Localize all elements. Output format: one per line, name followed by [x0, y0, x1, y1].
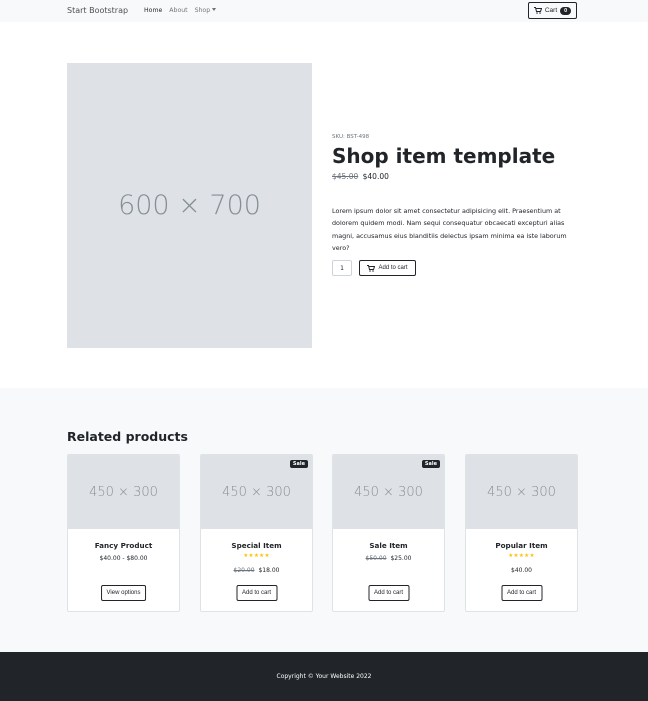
card-name: Special Item	[231, 541, 282, 550]
add-to-cart-button[interactable]: Add to cart	[367, 585, 410, 601]
chevron-down-icon	[212, 8, 217, 11]
footer: Copyright © Your Website 2022	[0, 652, 648, 701]
cart-label: Cart	[544, 7, 558, 14]
product-card-special[interactable]: 450 × 300 Sale Special Item ★★★★★ $20.00…	[200, 454, 313, 612]
navbar: Start Bootstrap Home About Shop Cart 0	[0, 0, 648, 22]
related-title: Related products	[67, 429, 188, 444]
quantity-input[interactable]	[332, 260, 352, 276]
add-to-cart-label: Add to cart	[378, 265, 408, 271]
add-to-cart-button[interactable]: Add to cart	[500, 585, 543, 601]
card-name: Sale Item	[369, 541, 408, 550]
brand-link[interactable]: Start Bootstrap	[67, 6, 128, 15]
product-price: $45.00 $40.00	[332, 172, 389, 181]
product-card-sale[interactable]: 450 × 300 Sale Sale Item $50.00 $25.00 A…	[332, 454, 445, 612]
product-description: Lorem ipsum dolor sit amet consectetur a…	[332, 207, 567, 252]
card-name: Popular Item	[495, 541, 548, 550]
product-sku: SKU: BST-498	[332, 134, 370, 140]
star-rating: ★★★★★	[243, 553, 270, 559]
sale-badge: Sale	[289, 460, 308, 468]
nav-home[interactable]: Home	[144, 7, 162, 14]
add-to-cart-button[interactable]: Add to cart	[359, 260, 416, 276]
product-current-price: $40.00	[362, 172, 389, 181]
card-price: $50.00 $25.00	[333, 555, 444, 562]
card-old-price: $50.00	[365, 555, 387, 562]
star-rating: ★★★★★	[508, 553, 535, 559]
related-products-section: Related products 450 × 300 Fancy Product…	[0, 388, 648, 652]
cart-icon	[367, 264, 376, 272]
card-image: 450 × 300	[466, 455, 577, 529]
card-image: 450 × 300	[68, 455, 179, 529]
card-current-price: $25.00	[390, 555, 412, 562]
nav-shop-label: Shop	[194, 7, 211, 14]
cart-button[interactable]: Cart 0	[528, 2, 577, 19]
cart-count-badge: 0	[560, 6, 572, 15]
nav-shop-dropdown[interactable]: Shop	[195, 7, 217, 14]
add-to-cart-button[interactable]: Add to cart	[235, 585, 278, 601]
card-price: $40.00	[511, 567, 532, 574]
card-price: $40.00 - $80.00	[99, 555, 148, 562]
product-image: 600 × 700	[67, 63, 312, 348]
product-old-price: $45.00	[332, 172, 359, 181]
view-options-button[interactable]: View options	[100, 585, 147, 601]
product-card-fancy[interactable]: 450 × 300 Fancy Product $40.00 - $80.00 …	[67, 454, 180, 612]
footer-copyright: Copyright © Your Website 2022	[276, 673, 372, 680]
nav-links: Home About Shop	[144, 7, 217, 14]
product-title: Shop item template	[332, 144, 556, 168]
sale-badge: Sale	[421, 460, 440, 468]
product-card-popular[interactable]: 450 × 300 Popular Item ★★★★★ $40.00 Add …	[465, 454, 578, 612]
card-old-price: $20.00	[233, 567, 255, 574]
card-name: Fancy Product	[94, 541, 153, 550]
card-price: $20.00 $18.00	[201, 567, 312, 574]
cart-icon	[533, 7, 542, 14]
nav-about[interactable]: About	[169, 7, 187, 14]
card-current-price: $18.00	[258, 567, 280, 574]
